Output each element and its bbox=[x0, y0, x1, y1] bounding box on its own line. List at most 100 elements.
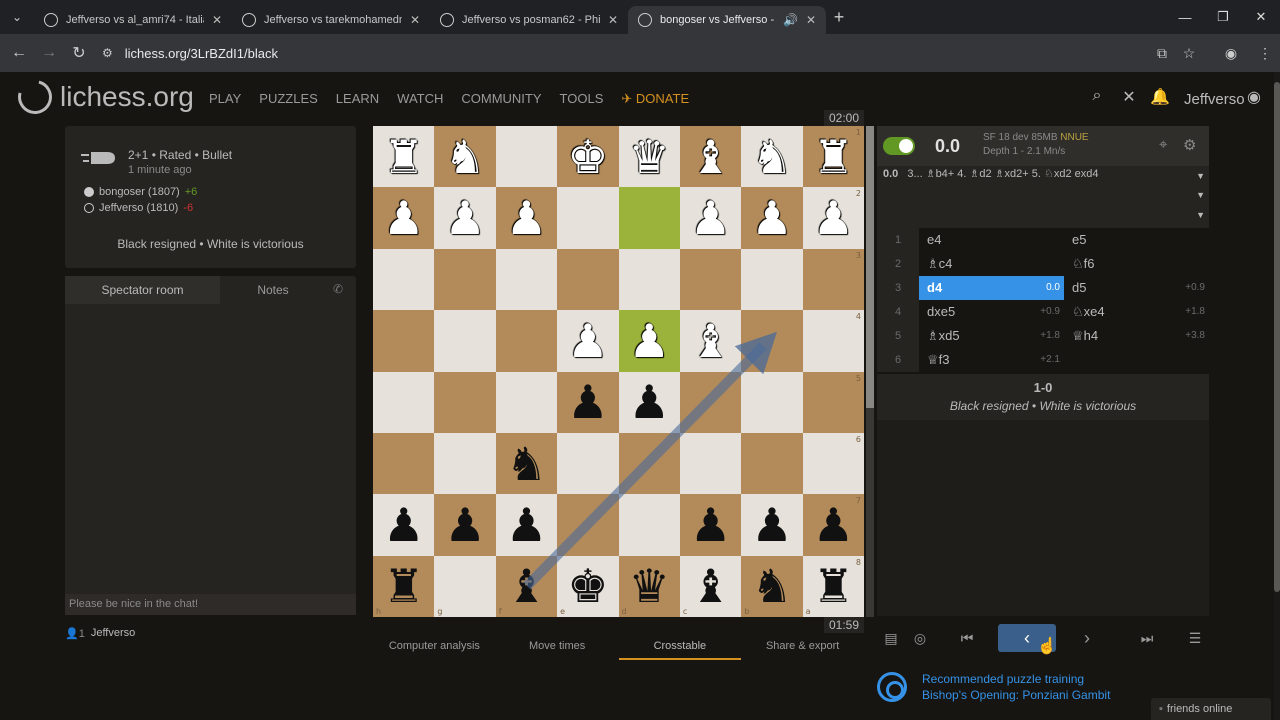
voice-chat-icon[interactable]: ✆ bbox=[333, 282, 343, 296]
friends-online-box[interactable]: ▪ friends online bbox=[1151, 698, 1271, 720]
board-square[interactable]: ♟ bbox=[373, 494, 435, 556]
board-square[interactable] bbox=[373, 310, 435, 372]
black-rook-icon[interactable]: ♜ bbox=[383, 563, 424, 609]
browser-tab-active[interactable]: bongoser vs Jeffverso - Bish 🔊 ✕ bbox=[628, 6, 826, 34]
board-square[interactable]: ♟ bbox=[741, 494, 803, 556]
white-pawn-icon[interactable]: ♟ bbox=[383, 195, 424, 241]
black-pawn-icon[interactable]: ♟ bbox=[567, 379, 608, 425]
board-square[interactable]: ♟ bbox=[618, 371, 680, 433]
black-queen-icon[interactable]: ♛ bbox=[629, 563, 670, 609]
spectator-name[interactable]: Jeffverso bbox=[91, 627, 135, 640]
engine-pv-line-empty[interactable]: ▼ bbox=[877, 186, 1209, 208]
board-square[interactable]: ♜ 1 bbox=[802, 126, 864, 188]
board-square[interactable]: ♞ bbox=[495, 432, 558, 495]
board-square[interactable]: ♟ bbox=[557, 371, 619, 433]
white-pawn-icon[interactable]: ♟ bbox=[629, 318, 670, 364]
board-square[interactable]: ♟ bbox=[679, 494, 742, 556]
browser-tab[interactable]: Jeffverso vs tarekmohamedm - ✕ bbox=[232, 6, 430, 34]
board-square[interactable]: ♜ 8 a bbox=[802, 555, 864, 617]
white-pawn-icon[interactable]: ♟ bbox=[567, 318, 608, 364]
url-field[interactable]: ⚙ lichess.org/3LrBZdI1/black bbox=[102, 46, 278, 61]
browser-menu-icon[interactable]: ⋮ bbox=[1250, 34, 1280, 72]
board-square[interactable]: ♝ f bbox=[495, 555, 558, 617]
white-move[interactable]: d4 0.0 bbox=[919, 276, 1064, 300]
white-player[interactable]: bongoser (1807) +6 bbox=[84, 186, 197, 198]
next-move-icon[interactable]: › bbox=[1067, 624, 1107, 652]
page-scrollbar-thumb[interactable] bbox=[1274, 82, 1280, 592]
board-square[interactable]: 5 bbox=[802, 371, 864, 433]
tab-notes[interactable]: Notes bbox=[220, 276, 326, 304]
close-icon[interactable]: ✕ bbox=[608, 13, 618, 27]
board-square[interactable]: ♛ bbox=[618, 126, 680, 188]
white-move[interactable]: ♗xd5 +1.8 bbox=[919, 324, 1064, 348]
board-square[interactable] bbox=[618, 432, 680, 495]
board-square[interactable]: ♝ bbox=[679, 310, 742, 372]
board-square[interactable]: ♜ bbox=[373, 126, 435, 188]
black-rook-icon[interactable]: ♜ bbox=[813, 563, 854, 609]
board-square[interactable] bbox=[495, 310, 558, 372]
board-square[interactable]: ♟ 7 bbox=[802, 494, 864, 556]
white-knight-icon[interactable]: ♞ bbox=[444, 134, 485, 180]
board-square[interactable] bbox=[557, 248, 619, 311]
nav-community[interactable]: COMMUNITY bbox=[461, 91, 541, 107]
white-pawn-icon[interactable]: ♟ bbox=[444, 195, 485, 241]
white-bishop-icon[interactable]: ♝ bbox=[690, 134, 731, 180]
board-square[interactable]: ♜ h bbox=[373, 555, 435, 617]
nav-watch[interactable]: WATCH bbox=[397, 91, 443, 107]
chat-input[interactable]: Please be nice in the chat! bbox=[65, 594, 356, 615]
board-square[interactable]: ♝ c bbox=[679, 555, 742, 617]
black-pawn-icon[interactable]: ♟ bbox=[506, 502, 547, 548]
nav-tools[interactable]: TOOLS bbox=[560, 91, 604, 107]
board-square[interactable] bbox=[557, 432, 619, 495]
tab-spectator-room[interactable]: Spectator room bbox=[65, 276, 220, 304]
white-move[interactable]: e4 bbox=[919, 228, 1064, 252]
black-move[interactable]: ♘f6 bbox=[1064, 252, 1209, 276]
white-pawn-icon[interactable]: ♟ bbox=[690, 195, 731, 241]
board-square[interactable] bbox=[373, 371, 435, 433]
black-move[interactable]: ♘xe4 +1.8 bbox=[1064, 300, 1209, 324]
board-square[interactable]: ♟ bbox=[557, 310, 619, 372]
black-pawn-icon[interactable]: ♟ bbox=[383, 502, 424, 548]
engine-toggle[interactable] bbox=[883, 137, 915, 155]
board-square[interactable]: ♝ bbox=[679, 126, 742, 188]
black-knight-icon[interactable]: ♞ bbox=[506, 441, 547, 487]
black-pawn-icon[interactable]: ♟ bbox=[690, 502, 731, 548]
minimize-icon[interactable]: — bbox=[1166, 0, 1204, 34]
board-square[interactable]: ♚ e bbox=[557, 555, 619, 617]
black-pawn-icon[interactable]: ♟ bbox=[629, 379, 670, 425]
board-square[interactable] bbox=[495, 126, 558, 188]
browser-tab[interactable]: Jeffverso vs posman62 - Philido ✕ bbox=[430, 6, 628, 34]
engine-pv-line[interactable]: 0.0 3... ♗b4+ 4. ♗d2 ♗xd2+ 5. ♘xd2 exd4 … bbox=[877, 166, 1209, 186]
board-square[interactable]: 4 bbox=[802, 310, 864, 372]
white-bishop-icon[interactable]: ♝ bbox=[690, 318, 731, 364]
board-square[interactable] bbox=[434, 248, 496, 311]
nav-play[interactable]: PLAY bbox=[209, 91, 241, 107]
board-square[interactable] bbox=[557, 187, 619, 249]
practice-target-icon[interactable]: ⌖ bbox=[1159, 136, 1167, 153]
white-pawn-icon[interactable]: ♟ bbox=[813, 195, 854, 241]
search-icon[interactable]: ⌕ bbox=[1087, 87, 1107, 105]
forward-icon[interactable]: → bbox=[34, 44, 64, 62]
black-bishop-icon[interactable]: ♝ bbox=[690, 563, 731, 609]
board-square[interactable]: 3 bbox=[802, 248, 864, 311]
black-pawn-icon[interactable]: ♟ bbox=[444, 502, 485, 548]
white-pawn-icon[interactable]: ♟ bbox=[506, 195, 547, 241]
window-close-icon[interactable]: ✕ bbox=[1242, 0, 1280, 34]
white-move[interactable]: ♕f3 +2.1 bbox=[919, 348, 1064, 372]
black-pawn-icon[interactable]: ♟ bbox=[751, 502, 792, 548]
board-square[interactable] bbox=[679, 432, 742, 495]
install-app-icon[interactable]: ⧉ bbox=[1147, 34, 1177, 72]
board-square[interactable] bbox=[679, 371, 742, 433]
notifications-bell-icon[interactable]: 🔔 bbox=[1150, 87, 1170, 107]
close-icon[interactable]: ✕ bbox=[212, 13, 222, 27]
board-square[interactable]: ♟ bbox=[495, 187, 558, 249]
browser-tab[interactable]: Jeffverso vs al_amri74 - Italian G ✕ bbox=[34, 6, 232, 34]
white-knight-icon[interactable]: ♞ bbox=[751, 134, 792, 180]
board-square[interactable] bbox=[557, 494, 619, 556]
board-square[interactable]: ♟ bbox=[434, 187, 496, 249]
board-square[interactable] bbox=[618, 187, 680, 249]
page-scrollbar[interactable] bbox=[1274, 72, 1280, 720]
site-logo[interactable]: lichess.org bbox=[11, 73, 194, 121]
tab-computer-analysis[interactable]: Computer analysis bbox=[373, 640, 496, 660]
chess-board[interactable]: ♜ ♞ ♚ ♛ ♝ ♞ ♜ 1 ♟ ♟ ♟ ♟ ♟ ♟ 2 3 ♟ ♟ ♝ 4 ♟ ♟ 5 ♞ 6 ♟ ♟ ♟ ♟ ♟ ♟ 7 ♜ h g ♝ f ♚ e ♛… bbox=[373, 126, 864, 617]
